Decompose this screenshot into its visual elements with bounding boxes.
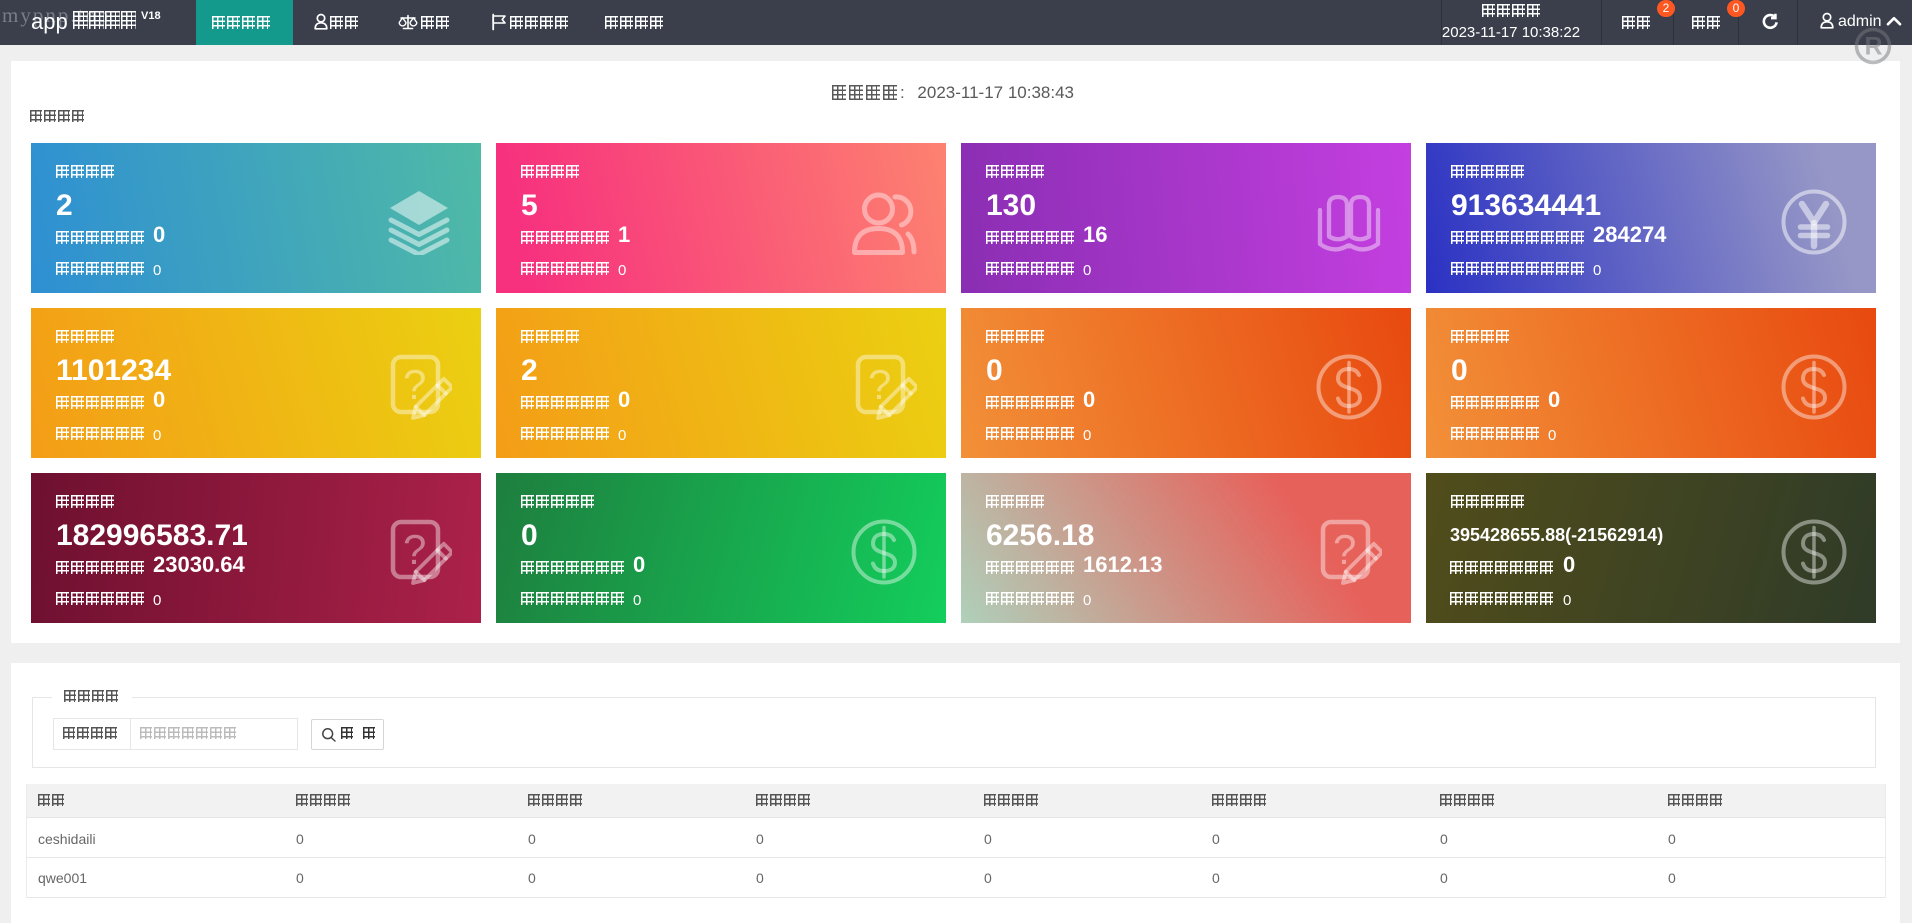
svg-text:R: R xyxy=(1865,33,1883,61)
